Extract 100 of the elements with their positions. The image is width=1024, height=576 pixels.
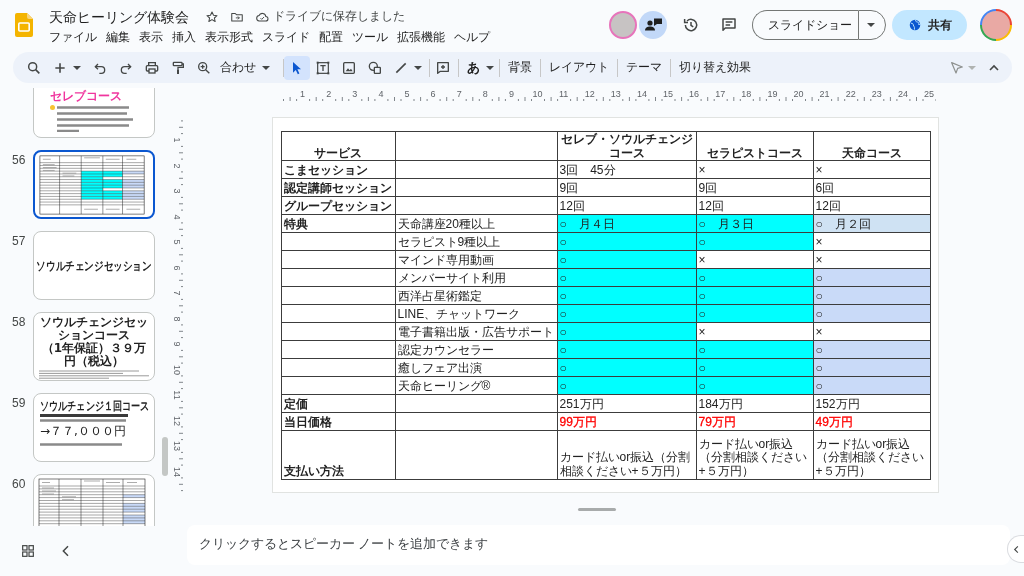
column-header: セレブ・ソウルチェンジコース [557, 131, 696, 161]
table-cell: LINE、チャットワーク [395, 304, 557, 323]
slide-thumbnail[interactable] [33, 150, 155, 219]
menu-item[interactable]: スライド [262, 30, 310, 45]
slide-thumbnail[interactable]: セレブコース [33, 88, 155, 138]
slide-thumbnail[interactable] [33, 474, 155, 526]
table-cell: 12回 [557, 196, 696, 215]
caret-icon[interactable] [73, 65, 81, 70]
ruler-number: 3 [352, 89, 358, 99]
price-text: 99万円 [559, 414, 597, 429]
row-header: 認定講師セッション [281, 178, 395, 197]
emoji-icon [50, 105, 55, 110]
caret-icon [866, 23, 875, 27]
table-cell: メンバーサイト利用 [395, 268, 557, 287]
person-chat-icon[interactable] [639, 11, 667, 39]
toolbar-button[interactable]: 切り替え効果 [673, 55, 757, 80]
slide-number: 59 [12, 396, 26, 410]
ruler-number: 13 [172, 441, 182, 451]
slide-title: （1年保証）３９万円（税込） [40, 342, 148, 368]
table-cell: × [813, 232, 930, 251]
row-header: 当日価格 [281, 412, 395, 431]
table-cell: 電子書籍出版・広告サポート [395, 322, 557, 341]
ruler-number: 12 [172, 415, 182, 426]
input-tools-button[interactable]: あ [463, 55, 497, 80]
grid-icon[interactable] [20, 543, 36, 559]
ruler-number: 2 [172, 163, 182, 168]
ruler-number: 11 [172, 390, 182, 400]
ruler-number: 5 [404, 89, 410, 99]
share-button[interactable]: 共有 [892, 10, 967, 40]
table-cell: × [696, 250, 813, 269]
table-cell: カード払いor振込（分割相談ください+５万円） [696, 430, 813, 480]
ruler-number: 10 [172, 364, 182, 375]
toolbar-button[interactable]: テーマ [620, 55, 668, 80]
caret-icon[interactable] [414, 65, 422, 70]
document-title[interactable]: 天命ヒーリング体験会 [49, 7, 189, 26]
menu-item[interactable]: 表示 [139, 30, 163, 45]
slide-thumbnail[interactable]: ソウルチェンジセッション [33, 231, 155, 300]
ruler-number: 3 [172, 188, 182, 194]
slide-canvas[interactable] [272, 118, 938, 492]
slide-title: ソウルチェンジセッションコース [39, 316, 149, 342]
side-panel-toggle[interactable] [1008, 536, 1024, 562]
ruler-number: 11 [558, 89, 569, 99]
slide-number: 57 [12, 234, 26, 248]
account-avatar[interactable] [980, 9, 1012, 41]
slide-number: 56 [12, 153, 26, 167]
ruler-number: 7 [456, 89, 462, 99]
table-cell: 6回 [813, 178, 930, 197]
table-cell: 認定カウンセラー [395, 340, 557, 359]
slide-thumbnail[interactable]: ソウルチェンジ１回コース →７７,０００円 [33, 393, 155, 462]
menu-item[interactable]: ツール [352, 30, 388, 45]
toolbar-button[interactable]: 背景 [502, 55, 538, 80]
table-cell: 3回 45分 [557, 160, 696, 179]
column-header: セラピストコース [696, 131, 813, 161]
pointer-icon[interactable] [949, 59, 965, 76]
table-cell: × [813, 322, 930, 341]
row-header: グループセッション [281, 196, 395, 215]
caret-icon [486, 65, 494, 70]
menu-item[interactable]: ヘルプ [454, 30, 490, 45]
table-cell: セラピスト9種以上 [395, 232, 557, 251]
slide-number: 58 [12, 315, 26, 329]
slide-thumbnail[interactable]: ソウルチェンジセッションコース （1年保証）３９万円（税込） [33, 312, 155, 381]
text-box-icon [315, 59, 331, 76]
tool-button[interactable] [284, 55, 310, 80]
ruler-number: 14 [636, 89, 647, 99]
history-icon[interactable] [682, 16, 700, 34]
table-cell: 9回 [696, 178, 813, 197]
menu-item[interactable]: 表示形式 [205, 30, 253, 45]
table-cell: 184万円 [696, 394, 813, 413]
scrollbar[interactable] [162, 437, 168, 476]
menu-item[interactable]: 編集 [106, 30, 130, 45]
ruler-number: 13 [610, 89, 621, 99]
image-icon [341, 59, 357, 76]
table-cell: 天命講座20種以上 [395, 214, 557, 233]
slide-title: ソウルチェンジセッション [36, 258, 152, 273]
resize-handle[interactable] [578, 507, 616, 511]
slide-title: ソウルチェンジ１回コース [40, 399, 150, 413]
table-cell: 12回 [813, 196, 930, 215]
menu-item[interactable]: ファイル [49, 30, 97, 45]
table-cell: 天命ヒーリング® [395, 376, 557, 395]
table-cell: カード払いor振込（分割相談ください+５万円） [557, 430, 696, 480]
table-cell: 12回 [696, 196, 813, 215]
menu-item[interactable]: 挿入 [172, 30, 196, 45]
column-header: サービス [281, 131, 395, 161]
row-header: 特典 [281, 214, 395, 233]
speaker-notes-field[interactable]: クリックするとスピーカー ノートを追加できます [187, 525, 1010, 565]
star-icon[interactable] [205, 9, 219, 24]
ruler-number: 2 [326, 89, 332, 99]
comment-icon[interactable] [720, 16, 738, 34]
ruler-number: 18 [741, 89, 752, 99]
toolbar-button[interactable]: レイアウト [543, 55, 615, 80]
menu-item[interactable]: 拡張機能 [397, 30, 445, 45]
ruler-number: 4 [378, 89, 384, 99]
ruler-number: 23 [871, 89, 882, 99]
table-cell: × [696, 322, 813, 341]
ruler-number: 14 [172, 466, 182, 477]
menu-item[interactable]: 配置 [319, 30, 343, 45]
table-cell: × [696, 160, 813, 179]
table-cell: マインド専用動画 [395, 250, 557, 269]
zoom-select[interactable]: 合わせ [217, 55, 273, 80]
slide-text: →７７,０００円 [40, 424, 126, 438]
